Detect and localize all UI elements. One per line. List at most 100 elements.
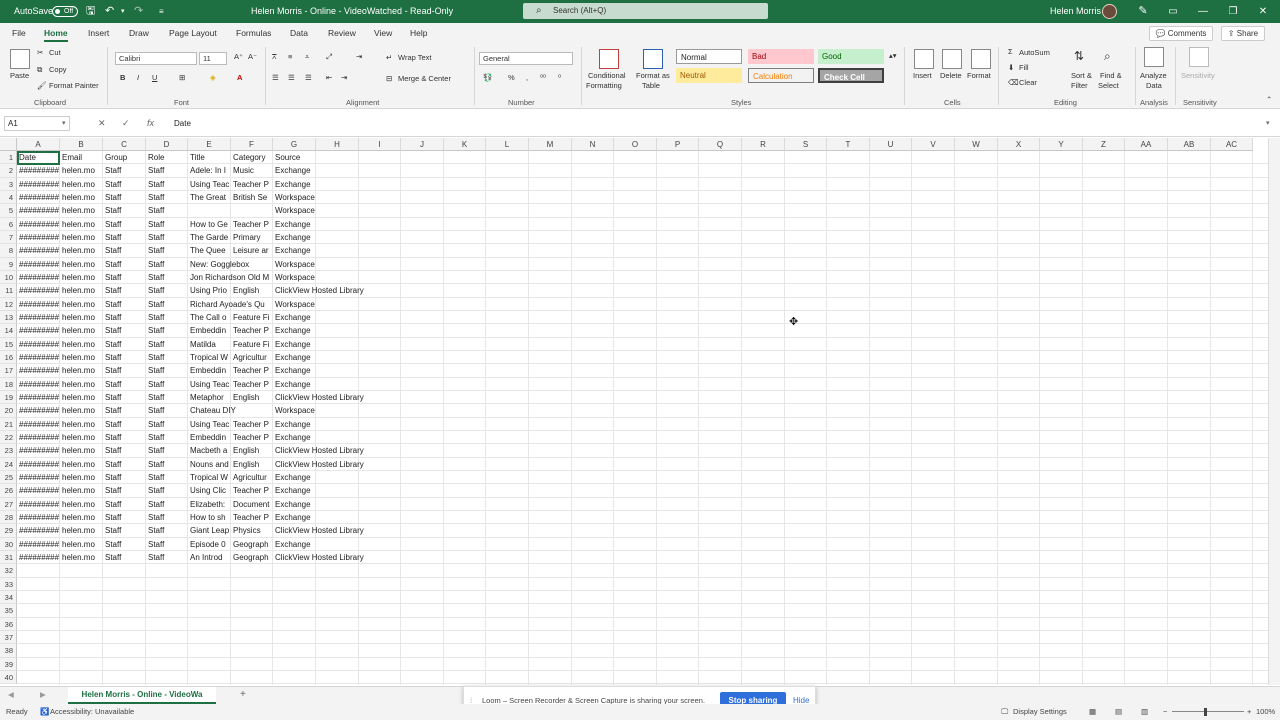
analyze-data-line1[interactable]: Analyze xyxy=(1140,71,1167,80)
cell-b2[interactable]: helen.mo xyxy=(60,164,103,177)
number-format-select[interactable]: General xyxy=(479,52,573,65)
cell-e1[interactable]: Title xyxy=(188,151,231,164)
cancel-icon[interactable]: ✕ xyxy=(98,116,106,131)
cell-f27[interactable]: Document xyxy=(231,498,273,511)
cell-a9[interactable]: ######### xyxy=(17,258,60,271)
cut-button[interactable]: Cut xyxy=(49,48,61,57)
style-neutral[interactable]: Neutral xyxy=(676,68,742,83)
cell-g14[interactable]: Exchange xyxy=(273,324,402,337)
restore-icon[interactable]: ❐ xyxy=(1218,0,1248,23)
row-header-10[interactable]: 10 xyxy=(0,270,17,285)
cell-d14[interactable]: Staff xyxy=(146,324,188,337)
row-header-9[interactable]: 9 xyxy=(0,257,17,271)
cell-f24[interactable]: English xyxy=(231,458,273,471)
analyze-data-icon[interactable] xyxy=(1144,47,1164,67)
cell-f25[interactable]: Agricultur xyxy=(231,471,273,484)
column-header-k[interactable]: K xyxy=(444,138,486,151)
cell-c15[interactable]: Staff xyxy=(103,338,146,351)
align-right-icon[interactable]: ☰ xyxy=(305,73,312,82)
autosave-toggle[interactable]: Off xyxy=(52,6,78,17)
cell-f8[interactable]: Leisure ar xyxy=(231,244,273,257)
zoom-slider-thumb[interactable] xyxy=(1204,708,1207,716)
cell-b6[interactable]: helen.mo xyxy=(60,218,103,231)
cell-a28[interactable]: ######### xyxy=(17,511,60,524)
tab-insert[interactable]: Insert xyxy=(88,23,109,43)
cell-g4[interactable]: Workspace xyxy=(273,191,402,204)
increase-decimal-icon[interactable]: ⁰⁰ xyxy=(540,73,546,82)
cell-a7[interactable]: ######### xyxy=(17,231,60,244)
cell-d28[interactable]: Staff xyxy=(146,511,188,524)
page-break-view-icon[interactable]: ▥ xyxy=(1141,704,1148,720)
row-header-15[interactable]: 15 xyxy=(0,337,17,351)
format-as-table-line1[interactable]: Format as xyxy=(636,71,670,80)
insert-cells-icon[interactable] xyxy=(914,49,934,69)
paste-button[interactable]: Paste xyxy=(10,71,29,80)
row-header-30[interactable]: 30 xyxy=(0,537,17,551)
comma-icon[interactable]: , xyxy=(526,73,528,82)
cell-a15[interactable]: ######### xyxy=(17,338,60,351)
row-header-12[interactable]: 12 xyxy=(0,297,17,311)
row-header-3[interactable]: 3 xyxy=(0,177,17,191)
page-layout-view-icon[interactable]: ▤ xyxy=(1115,704,1122,720)
column-header-i[interactable]: I xyxy=(359,138,401,151)
save-icon[interactable]: 🖫 xyxy=(86,0,95,23)
align-left-icon[interactable]: ☰ xyxy=(272,73,279,82)
avatar[interactable] xyxy=(1102,4,1117,19)
autosum-button[interactable]: AutoSum xyxy=(1019,48,1050,57)
cell-c9[interactable]: Staff xyxy=(103,258,146,271)
cell-d13[interactable]: Staff xyxy=(146,311,188,324)
select-all-corner[interactable] xyxy=(0,138,17,151)
cell-e15[interactable]: Matilda xyxy=(188,338,231,351)
cell-f22[interactable]: Teacher P xyxy=(231,431,273,444)
cell-e8[interactable]: The Quee xyxy=(188,244,231,257)
cell-b5[interactable]: helen.mo xyxy=(60,204,103,217)
row-header-35[interactable]: 35 xyxy=(0,604,17,618)
row-header-4[interactable]: 4 xyxy=(0,190,17,205)
cell-b13[interactable]: helen.mo xyxy=(60,311,103,324)
cell-g13[interactable]: Exchange xyxy=(273,311,402,324)
name-box[interactable]: A1 xyxy=(4,116,70,131)
cell-g5[interactable]: Workspace xyxy=(273,204,402,217)
row-header-32[interactable]: 32 xyxy=(0,564,17,578)
cell-b21[interactable]: helen.mo xyxy=(60,418,103,431)
cell-d12[interactable]: Staff xyxy=(146,298,188,311)
cell-c23[interactable]: Staff xyxy=(103,444,146,457)
cell-f21[interactable]: Teacher P xyxy=(231,418,273,431)
cell-c19[interactable]: Staff xyxy=(103,391,146,404)
pen-icon[interactable]: ✎ xyxy=(1128,0,1158,23)
customize-qat-icon[interactable]: ≡ xyxy=(159,0,164,23)
insert-function-button[interactable]: fx xyxy=(147,116,154,131)
column-header-m[interactable]: M xyxy=(529,138,572,151)
cell-g15[interactable]: Exchange xyxy=(273,338,402,351)
minimize-icon[interactable]: — xyxy=(1188,0,1218,23)
cell-g21[interactable]: Exchange xyxy=(273,418,402,431)
cell-b22[interactable]: helen.mo xyxy=(60,431,103,444)
font-color-icon[interactable]: A xyxy=(237,73,242,82)
orientation-icon[interactable]: ⤢ xyxy=(326,52,332,62)
cell-c7[interactable]: Staff xyxy=(103,231,146,244)
cell-f23[interactable]: English xyxy=(231,444,273,457)
cell-d23[interactable]: Staff xyxy=(146,444,188,457)
analyze-data-line2[interactable]: Data xyxy=(1146,81,1162,90)
sort-filter-line2[interactable]: Filter xyxy=(1071,81,1088,90)
cell-f13[interactable]: Feature Fi xyxy=(231,311,273,324)
tab-help[interactable]: Help xyxy=(410,23,427,43)
share-button[interactable]: ⇪ Share xyxy=(1221,26,1265,41)
cell-a11[interactable]: ######### xyxy=(17,284,60,297)
cell-c30[interactable]: Staff xyxy=(103,538,146,551)
format-painter-button[interactable]: Format Painter xyxy=(49,81,99,90)
zoom-level[interactable]: 100% xyxy=(1256,704,1275,720)
cell-d21[interactable]: Staff xyxy=(146,418,188,431)
row-header-22[interactable]: 22 xyxy=(0,430,17,445)
cell-d18[interactable]: Staff xyxy=(146,378,188,391)
align-middle-icon[interactable]: ≡ xyxy=(288,52,292,61)
cell-e6[interactable]: How to Ge xyxy=(188,218,231,231)
cell-e16[interactable]: Tropical W xyxy=(188,351,231,364)
cell-a24[interactable]: ######### xyxy=(17,458,60,471)
cell-d30[interactable]: Staff xyxy=(146,538,188,551)
cell-d7[interactable]: Staff xyxy=(146,231,188,244)
cell-f2[interactable]: Music xyxy=(231,164,273,177)
row-header-21[interactable]: 21 xyxy=(0,417,17,431)
cell-f3[interactable]: Teacher P xyxy=(231,178,273,191)
column-header-n[interactable]: N xyxy=(572,138,614,151)
